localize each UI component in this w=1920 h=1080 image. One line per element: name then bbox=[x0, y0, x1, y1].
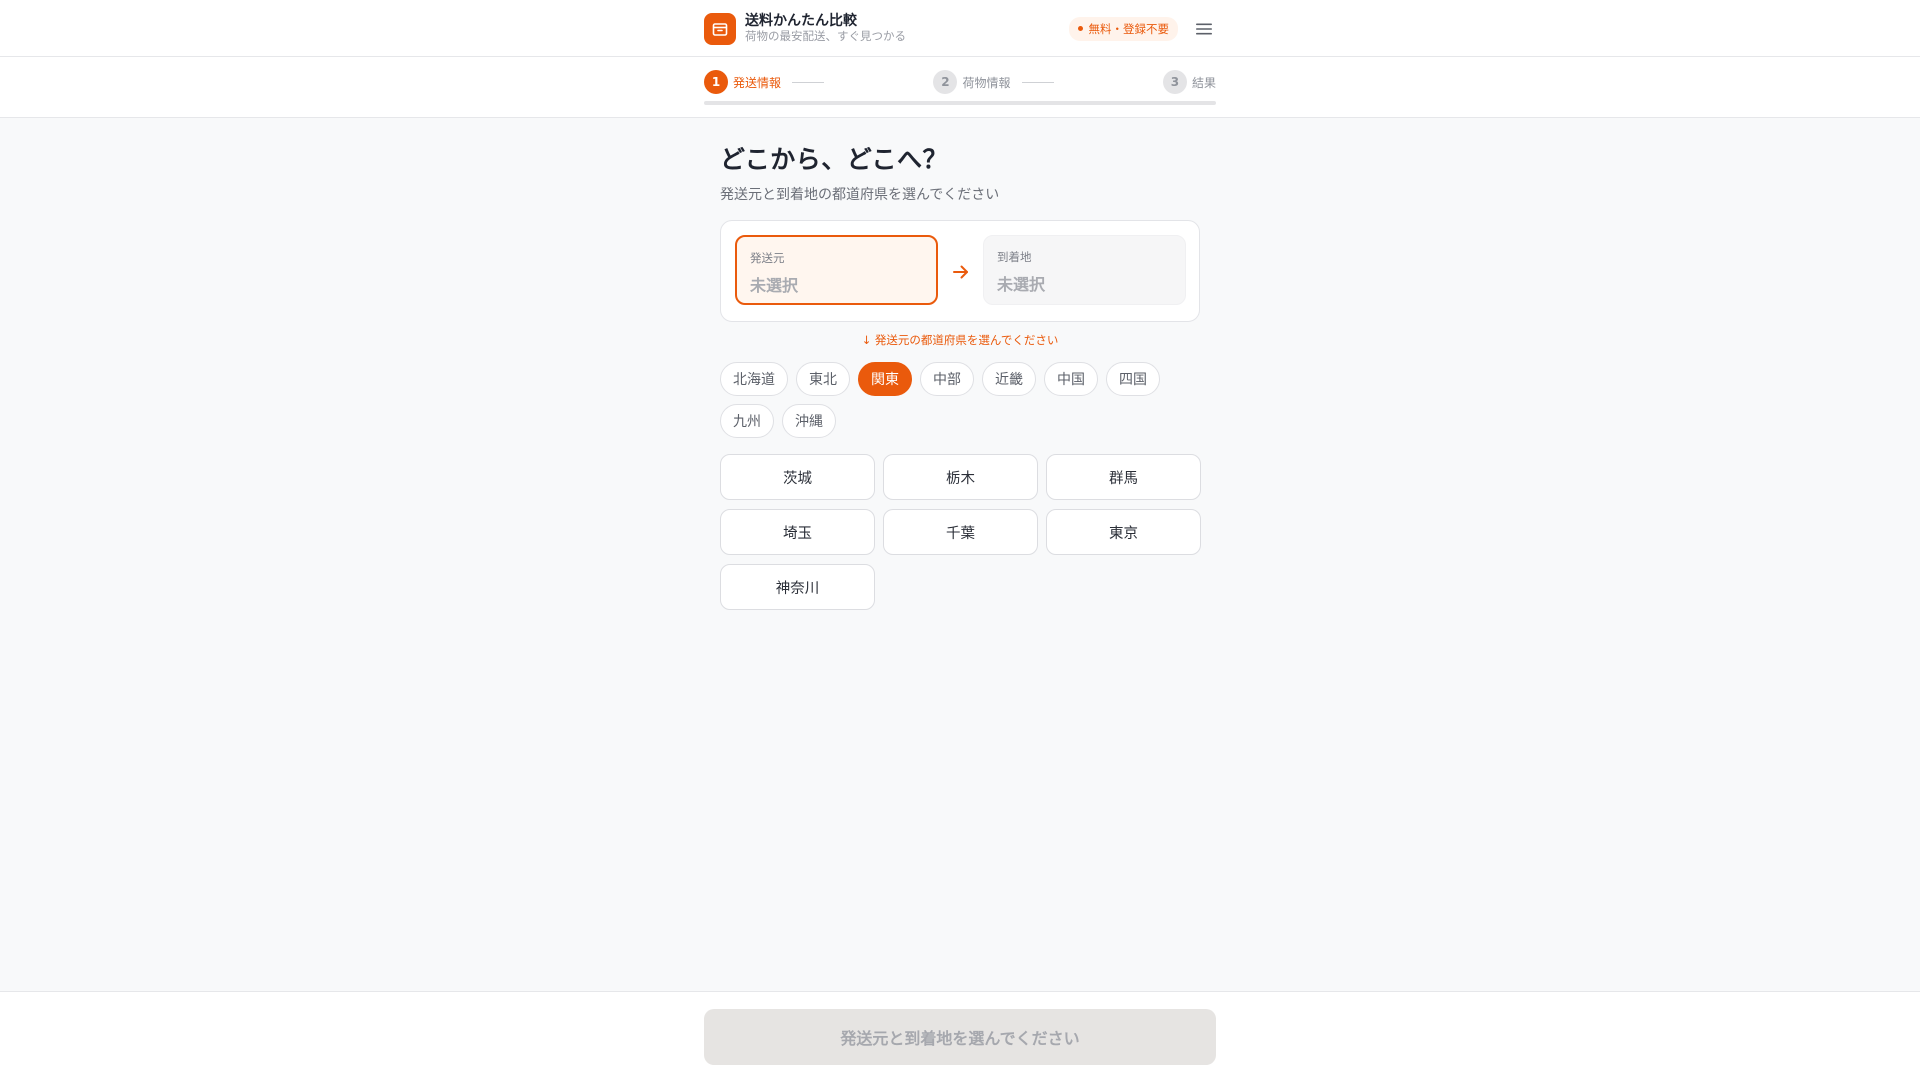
prefecture-button-ibaraki[interactable]: 茨城 bbox=[720, 454, 875, 500]
origin-selector[interactable]: 発送元 未選択 bbox=[735, 235, 938, 305]
prefecture-grid: 茨城 栃木 群馬 埼玉 千葉 東京 神奈川 bbox=[720, 454, 1201, 610]
region-chip-shikoku[interactable]: 四国 bbox=[1106, 362, 1160, 396]
selection-hint: ↓ 発送元の都道府県を選んでください bbox=[861, 333, 1059, 347]
step-shipping-info: 1 発送情報 bbox=[704, 70, 825, 94]
badge-dot-icon bbox=[1077, 26, 1083, 31]
page-title: どこから、どこへ？ bbox=[720, 145, 949, 174]
prefecture-button-gunma[interactable]: 群馬 bbox=[1046, 454, 1201, 500]
step-number: 1 bbox=[704, 70, 728, 94]
region-chip-tohoku[interactable]: 東北 bbox=[796, 362, 850, 396]
free-badge: 無料・登録不要 bbox=[1068, 16, 1178, 41]
header-inner: 送料かんたん比較 荷物の最安配送、すぐ見つかる 無料・登録不要 bbox=[704, 0, 1216, 57]
step-label: 荷物情報 bbox=[962, 75, 1011, 90]
region-chip-chugoku[interactable]: 中国 bbox=[1044, 362, 1098, 396]
stepper: 1 発送情報 2 荷物情報 3 結果 bbox=[704, 70, 1216, 94]
brand-text: 送料かんたん比較 荷物の最安配送、すぐ見つかる bbox=[745, 13, 906, 44]
badge-label: 無料・登録不要 bbox=[1088, 21, 1170, 36]
step-label: 発送情報 bbox=[733, 75, 782, 90]
route-card: 発送元 未選択 到着地 未選択 bbox=[720, 220, 1200, 322]
origin-value: 未選択 bbox=[750, 276, 799, 295]
stepper-bar: 1 発送情報 2 荷物情報 3 結果 bbox=[0, 57, 1920, 118]
prefecture-button-kanagawa[interactable]: 神奈川 bbox=[720, 564, 875, 610]
region-chip-kinki[interactable]: 近畿 bbox=[982, 362, 1036, 396]
destination-label: 到着地 bbox=[997, 250, 1032, 264]
header-right: 無料・登録不要 bbox=[1068, 16, 1217, 41]
region-chip-chubu[interactable]: 中部 bbox=[920, 362, 974, 396]
app-subtitle: 荷物の最安配送、すぐ見つかる bbox=[745, 29, 906, 43]
prefecture-button-saitama[interactable]: 埼玉 bbox=[720, 509, 875, 555]
progress-track bbox=[704, 101, 1216, 105]
prefecture-button-tochigi[interactable]: 栃木 bbox=[883, 454, 1038, 500]
origin-label: 発送元 bbox=[750, 251, 785, 265]
next-button[interactable]: 発送元と到着地を選んでください bbox=[704, 1009, 1216, 1065]
region-chip-hokkaido[interactable]: 北海道 bbox=[720, 362, 788, 396]
destination-value: 未選択 bbox=[997, 275, 1046, 294]
step-label: 結果 bbox=[1191, 75, 1216, 90]
region-chips: 北海道 東北 関東 中部 近畿 中国 四国 九州 沖縄 bbox=[720, 362, 1200, 438]
main-content: どこから、どこへ？ 発送元と到着地の都道府県を選んでください 発送元 未選択 到… bbox=[720, 140, 1201, 610]
step-connector bbox=[792, 81, 825, 83]
step-package-info: 2 荷物情報 bbox=[933, 70, 1054, 94]
step-number: 2 bbox=[933, 70, 958, 94]
step-connector bbox=[1021, 81, 1054, 83]
box-icon bbox=[704, 12, 736, 45]
region-chip-okinawa[interactable]: 沖縄 bbox=[782, 404, 836, 438]
destination-selector[interactable]: 到着地 未選択 bbox=[983, 235, 1186, 305]
prefecture-button-chiba[interactable]: 千葉 bbox=[883, 509, 1038, 555]
step-number: 3 bbox=[1162, 70, 1187, 94]
arrow-right-icon bbox=[950, 261, 972, 283]
region-chip-kanto[interactable]: 関東 bbox=[858, 362, 912, 396]
page-subtitle: 発送元と到着地の都道府県を選んでください bbox=[720, 187, 1000, 203]
region-chip-kyushu[interactable]: 九州 bbox=[720, 404, 774, 438]
step-result: 3 結果 bbox=[1162, 70, 1216, 94]
app-title: 送料かんたん比較 bbox=[745, 13, 857, 30]
footer-bar: 発送元と到着地を選んでください bbox=[0, 991, 1920, 1080]
app-header: 送料かんたん比較 荷物の最安配送、すぐ見つかる 無料・登録不要 bbox=[0, 0, 1920, 57]
prefecture-button-tokyo[interactable]: 東京 bbox=[1046, 509, 1201, 555]
hamburger-menu-icon[interactable] bbox=[1192, 17, 1216, 41]
brand[interactable]: 送料かんたん比較 荷物の最安配送、すぐ見つかる bbox=[704, 12, 906, 45]
